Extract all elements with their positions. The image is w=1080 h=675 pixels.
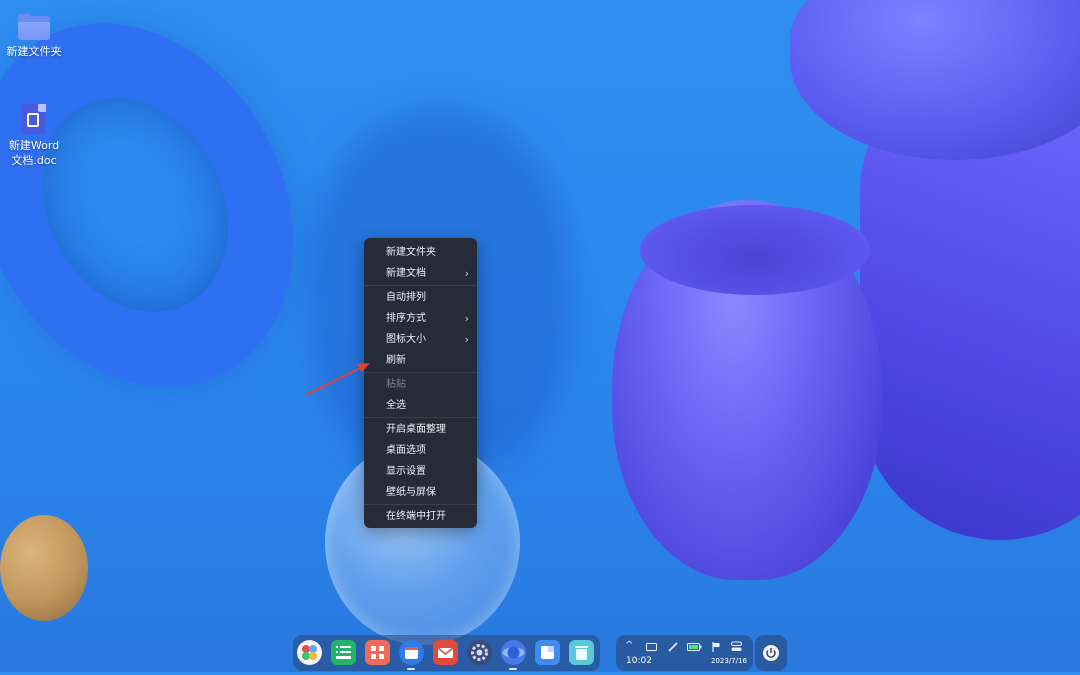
menu-item-icon-size[interactable]: 图标大小 ›: [364, 329, 477, 350]
settings-icon[interactable]: [467, 640, 492, 665]
desktop-icon-word-doc[interactable]: 新建Word 文档.doc: [0, 104, 69, 168]
desktop-context-menu: 新建文件夹 新建文档 › 自动排列 排序方式 › 图标大小 › 刷新 粘贴 全选 开启…: [364, 238, 477, 528]
menu-item-display-settings[interactable]: 显示设置: [364, 461, 477, 482]
battery-icon[interactable]: [687, 643, 702, 651]
menu-separator: [364, 417, 477, 418]
calendar-icon[interactable]: [399, 640, 424, 665]
menu-item-new-document[interactable]: 新建文档 ›: [364, 263, 477, 284]
keyboard-icon[interactable]: [646, 643, 657, 651]
menu-item-open-in-terminal[interactable]: 在终端中打开: [364, 506, 477, 527]
menu-item-select-all[interactable]: 全选: [364, 395, 477, 416]
desktop-icon-label: 新建文件夹: [6, 45, 62, 58]
wallpaper-sphere: [0, 515, 88, 621]
mail-icon[interactable]: [433, 640, 458, 665]
dock: [293, 635, 600, 671]
file-manager-icon[interactable]: [331, 640, 356, 665]
desktop-icon-label-line2: 文档.doc: [11, 154, 57, 167]
power-icon: [763, 645, 779, 661]
launcher-icon[interactable]: [297, 640, 322, 665]
menu-item-paste: 粘贴: [386, 379, 406, 390]
system-tray: ^ 10:02 2023/7/16: [616, 635, 753, 671]
menu-item-desktop-options[interactable]: 桌面选项: [364, 440, 477, 461]
wallpaper-purple-top: [790, 0, 1080, 160]
menu-item-desktop-organize[interactable]: 开启桌面整理: [364, 419, 477, 440]
chevron-right-icon: ›: [464, 312, 469, 325]
flag-icon[interactable]: [712, 642, 721, 652]
pen-icon[interactable]: [668, 642, 678, 652]
menu-item-sort-by[interactable]: 排序方式 ›: [364, 308, 477, 329]
trash-icon[interactable]: [569, 640, 594, 665]
menu-separator: [364, 372, 477, 373]
running-indicator: [407, 668, 415, 670]
clock-date[interactable]: 2023/7/16: [711, 657, 747, 665]
menu-item-new-folder[interactable]: 新建文件夹: [364, 242, 477, 263]
menu-item-refresh[interactable]: 刷新: [364, 350, 477, 371]
desktop-icon-new-folder[interactable]: 新建文件夹: [0, 14, 69, 59]
annotation-arrow-icon: [305, 363, 370, 396]
desktop-icon-label-line1: 新建Word: [8, 139, 60, 152]
app-store-icon[interactable]: [365, 640, 390, 665]
word-document-icon: [22, 104, 46, 134]
desktop-wallpaper: [0, 0, 1080, 672]
menu-separator: [364, 504, 477, 505]
notes-icon[interactable]: [535, 640, 560, 665]
wallpaper-purple-bowl-rim: [640, 205, 870, 295]
folder-icon: [18, 14, 50, 40]
toggle-icon[interactable]: [731, 641, 742, 652]
power-button[interactable]: [755, 635, 787, 671]
menu-separator: [364, 285, 477, 286]
clock-time[interactable]: 10:02: [626, 656, 652, 666]
menu-item-wallpaper-screensaver[interactable]: 壁纸与屏保: [364, 482, 477, 503]
running-indicator: [509, 668, 517, 670]
chevron-right-icon: ›: [464, 267, 469, 280]
chevron-right-icon: ›: [464, 333, 469, 346]
browser-icon[interactable]: [501, 640, 526, 665]
menu-item-auto-arrange[interactable]: 自动排列: [364, 287, 477, 308]
chevron-up-icon[interactable]: ^: [625, 640, 633, 651]
